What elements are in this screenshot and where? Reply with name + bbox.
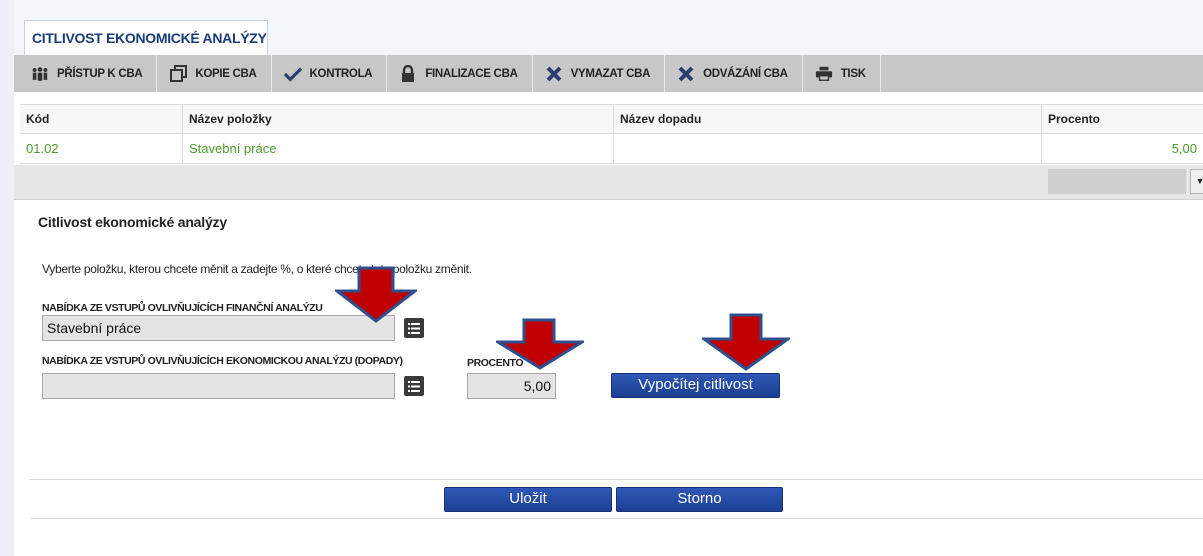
top-margin — [14, 0, 1203, 12]
cell-nazev: Stavební práce — [183, 134, 614, 163]
print-label: TISK — [840, 67, 866, 80]
cross-icon — [677, 65, 695, 83]
delete-cba-button[interactable]: VYMAZAT CBA — [533, 55, 666, 92]
copy-icon — [169, 65, 187, 83]
people-icon — [31, 65, 49, 83]
cell-dopad — [614, 134, 1042, 163]
save-button[interactable]: Uložit — [444, 487, 612, 512]
cell-kod: 01.02 — [20, 134, 183, 163]
column-header-nazev-dopadu[interactable]: Název dopadu — [614, 105, 1042, 133]
delete-cba-label: VYMAZAT CBA — [570, 67, 651, 80]
finalize-cba-label: FINALIZACE CBA — [425, 67, 518, 80]
tab-bar: CITLIVOST EKONOMICKÉ ANALÝZY — [14, 12, 1203, 55]
copy-cba-label: KOPIE CBA — [195, 67, 257, 80]
page-size-dropdown[interactable]: ▼ — [1190, 169, 1203, 194]
chevron-down-icon: ▼ — [1195, 176, 1203, 186]
divider-bottom — [30, 518, 1203, 519]
column-header-nazev-polozky[interactable]: Název položky — [183, 105, 614, 133]
section-title: Citlivost ekonomické analýzy — [38, 214, 227, 230]
cross-icon — [545, 65, 563, 83]
tab-citlivost[interactable]: CITLIVOST EKONOMICKÉ ANALÝZY — [24, 20, 268, 55]
copy-cba-button[interactable]: KOPIE CBA — [157, 55, 272, 92]
cba-table: Kód Název položky Název dopadu Procento … — [20, 104, 1203, 164]
cell-procento: 5,00 — [1171, 141, 1197, 156]
table-row[interactable]: 01.02 Stavební práce 5,00 — [20, 134, 1203, 164]
left-margin — [0, 0, 14, 556]
divider-top — [30, 479, 1203, 480]
cancel-button[interactable]: Storno — [616, 487, 783, 512]
financial-analysis-label: NABÍDKA ZE VSTUPŮ OVLIVŇUJÍCÍCH FINANČNÍ… — [42, 302, 323, 314]
print-button[interactable]: TISK — [803, 55, 881, 92]
page-size-select[interactable] — [1048, 169, 1186, 194]
printer-icon — [815, 65, 833, 83]
annotation-arrow-financial — [335, 266, 417, 323]
annotation-arrow-percent — [496, 318, 584, 370]
column-header-kod[interactable]: Kód — [20, 105, 183, 133]
access-cba-label: PŘÍSTUP K CBA — [57, 67, 143, 80]
unbind-cba-button[interactable]: ODVÁZÁNÍ CBA — [665, 55, 803, 92]
table-header: Kód Název položky Název dopadu Procento — [20, 104, 1203, 134]
lock-icon — [399, 65, 417, 83]
calculate-sensitivity-button[interactable]: Vypočítej citlivost — [611, 373, 780, 398]
percent-field[interactable]: 5,00 — [467, 373, 556, 399]
finalize-cba-button[interactable]: FINALIZACE CBA — [387, 55, 533, 92]
annotation-arrow-calculate — [702, 313, 790, 371]
toolbar: PŘÍSTUP K CBA KOPIE CBA KONTROLA FINALIZ… — [14, 55, 1203, 92]
column-header-procento[interactable]: Procento — [1042, 105, 1203, 133]
kontrola-button[interactable]: KONTROLA — [272, 55, 388, 92]
economic-analysis-field[interactable] — [42, 373, 395, 399]
economic-list-button[interactable] — [404, 376, 424, 396]
list-icon — [408, 322, 420, 334]
unbind-cba-label: ODVÁZÁNÍ CBA — [703, 67, 788, 80]
check-icon — [283, 65, 302, 83]
access-cba-button[interactable]: PŘÍSTUP K CBA — [19, 55, 158, 92]
kontrola-label: KONTROLA — [309, 67, 373, 80]
list-icon — [408, 380, 420, 392]
table-footer: ▼ — [14, 165, 1203, 200]
economic-analysis-label: NABÍDKA ZE VSTUPŮ OVLIVŇUJÍCÍCH EKONOMIC… — [42, 355, 403, 367]
